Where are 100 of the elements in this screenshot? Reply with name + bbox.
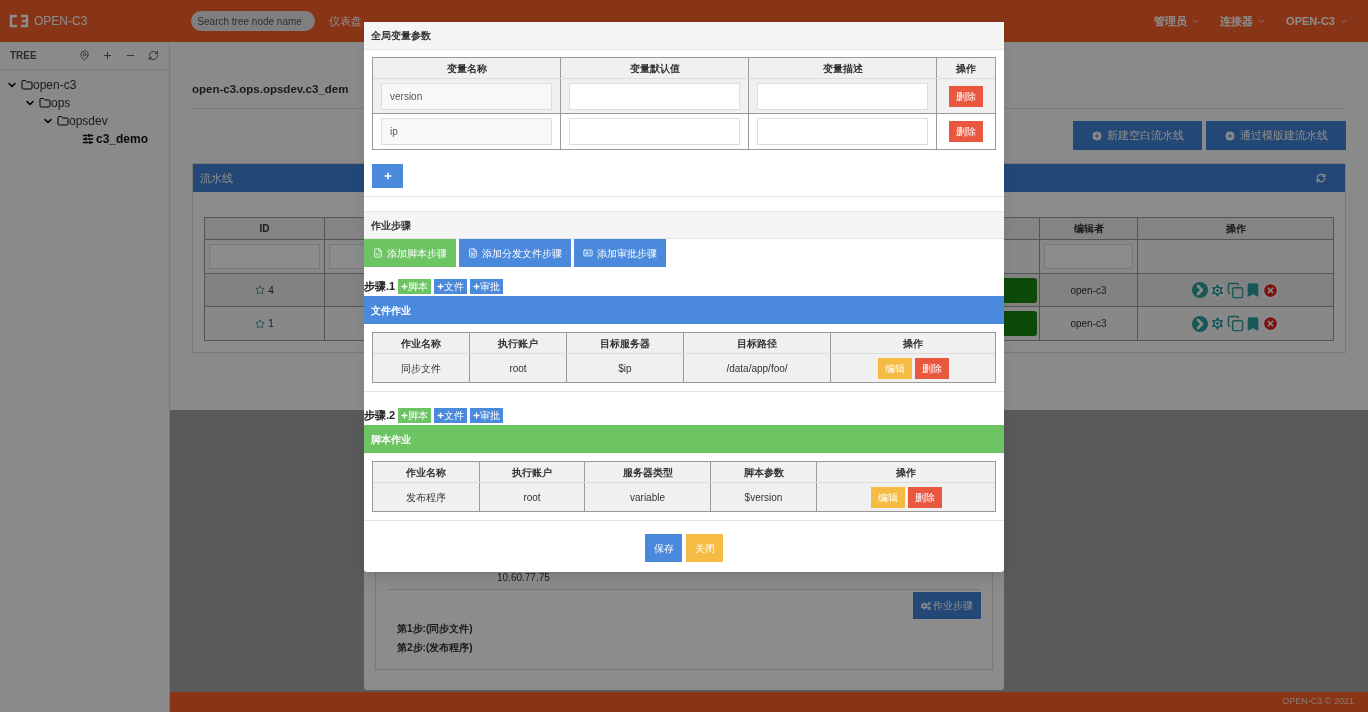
step-title: 脚本作业 (371, 432, 411, 447)
table-cell-text: 发布程序 (406, 490, 446, 505)
add-step-button[interactable]: 添加脚本步骤 (364, 239, 456, 267)
column-header: 目标路径 (684, 333, 831, 353)
plus-icon (437, 283, 445, 290)
step-type-icon (583, 248, 593, 258)
column-header[interactable]: ID (205, 218, 325, 239)
step-type-icon (373, 248, 383, 258)
sliders-icon (82, 133, 94, 145)
column-header: 操作 (955, 61, 977, 76)
name-field[interactable]: version (381, 83, 552, 110)
brand-name[interactable]: OPEN-C3 (34, 12, 88, 30)
delete-button[interactable]: 删除 (949, 85, 983, 107)
plus-icon (401, 412, 409, 419)
add-step-button[interactable]: 添加分发文件步骤 (459, 239, 571, 267)
delete-icon[interactable] (1262, 281, 1279, 299)
plus-circle-icon (1224, 129, 1236, 142)
tree-item[interactable]: ops (51, 94, 71, 112)
server-ip: 10.60.77.75 (497, 572, 550, 583)
star-icon[interactable] (255, 318, 266, 329)
copyright-text: OPEN-C3 © 2021 (1282, 695, 1354, 709)
star-icon[interactable] (255, 285, 266, 295)
column-header: 变量默认值 (561, 58, 749, 78)
save-button[interactable]: 保存 (645, 534, 682, 562)
insert-step-button[interactable]: 审批 (470, 279, 504, 294)
nav-menu[interactable]: 连接器 (1220, 12, 1254, 30)
job-steps-button[interactable]: 作业步骤 (913, 592, 981, 619)
insert-step-button[interactable]: 审批 (470, 408, 504, 423)
nav-menu[interactable]: OPEN-C3 (1286, 12, 1335, 30)
gear-icon[interactable] (1209, 315, 1226, 332)
delete-button[interactable]: 删除 (907, 486, 942, 508)
column-header[interactable]: 编辑者 (1040, 218, 1138, 239)
description-field[interactable] (757, 118, 928, 145)
table-cell-text: 1 (268, 317, 274, 331)
tree-item[interactable]: open-c3 (33, 76, 77, 94)
create-button[interactable]: 新建空白流水线 (1073, 121, 1202, 150)
insert-step-button[interactable]: 文件 (434, 279, 468, 294)
table-cell-text: open-c3 (1070, 283, 1107, 298)
add-icon[interactable] (102, 50, 113, 61)
folder-icon (21, 79, 33, 91)
pin-icon[interactable] (79, 50, 90, 61)
tree-item[interactable]: opsdev (69, 112, 108, 130)
table-cell-text: 4 (268, 283, 274, 298)
column-header: 作业名称 (373, 462, 480, 482)
column-header: 目标服务器 (567, 333, 684, 353)
delete-button[interactable]: 删除 (914, 357, 949, 379)
column-header: 变量描述 (749, 58, 937, 78)
search-field[interactable]: Search tree node name (191, 11, 316, 31)
column-header: 操作 (902, 336, 924, 351)
table-cell-text: root (523, 490, 541, 505)
delete-button[interactable]: 删除 (949, 121, 983, 142)
gear-icon[interactable] (1209, 281, 1226, 299)
step-label: 步骤.2 (364, 408, 396, 424)
insert-step-button[interactable]: 文件 (434, 408, 468, 423)
column-header: 作业名称 (373, 333, 470, 353)
default-value-field[interactable] (569, 83, 740, 110)
panel-title: 流水线 (200, 170, 233, 186)
column-header: 服务器类型 (585, 462, 711, 482)
create-button[interactable]: 通过模版建流水线 (1206, 121, 1346, 150)
table-cell-text: variable (630, 490, 665, 505)
section-title: 作业步骤 (371, 218, 411, 233)
plus-icon (401, 283, 409, 290)
column-header[interactable]: 操作 (1138, 218, 1333, 239)
plus-circle-icon (1091, 129, 1103, 142)
play-icon[interactable] (1192, 315, 1208, 332)
step-title: 文件作业 (371, 303, 411, 318)
bookmark-icon[interactable] (1245, 282, 1261, 298)
bookmark-icon[interactable] (1245, 315, 1261, 332)
description-field[interactable] (757, 83, 928, 110)
logo-icon (8, 14, 30, 28)
insert-step-button[interactable]: 脚本 (398, 408, 432, 423)
step-summary: 第2步:(发布程序) (397, 641, 474, 655)
column-header: 操作 (895, 465, 917, 480)
step-label: 步骤.1 (364, 279, 396, 295)
folder-icon (39, 97, 51, 109)
name-field[interactable]: ip (381, 118, 552, 145)
column-header: 变量名称 (373, 58, 561, 78)
column-header: 执行账户 (480, 462, 585, 482)
section-title: 全局变量参数 (371, 29, 431, 43)
gears-icon (921, 600, 931, 611)
add-step-button[interactable]: 添加审批步骤 (574, 239, 666, 267)
refresh-icon[interactable] (148, 50, 159, 61)
copy-icon[interactable] (1227, 281, 1244, 299)
delete-icon[interactable] (1262, 315, 1279, 332)
copy-icon[interactable] (1227, 315, 1244, 332)
insert-step-button[interactable]: 脚本 (398, 279, 432, 294)
plus-icon (437, 412, 445, 419)
table-cell-text: open-c3 (1070, 317, 1107, 331)
column-header: 脚本参数 (711, 462, 817, 482)
nav-item[interactable]: 仪表盘 (329, 12, 363, 30)
play-icon[interactable] (1192, 282, 1208, 298)
tree-item[interactable]: c3_demo (96, 130, 149, 148)
refresh-icon[interactable] (1316, 173, 1326, 183)
sidebar-title: TREE (10, 49, 37, 63)
table-cell-text: $ip (618, 361, 632, 376)
table-cell-text: root (509, 361, 527, 376)
add-variable-button[interactable] (372, 164, 403, 188)
default-value-field[interactable] (569, 118, 740, 145)
nav-menu[interactable]: 管理员 (1154, 12, 1188, 30)
table-cell-text: 同步文件 (401, 361, 441, 376)
